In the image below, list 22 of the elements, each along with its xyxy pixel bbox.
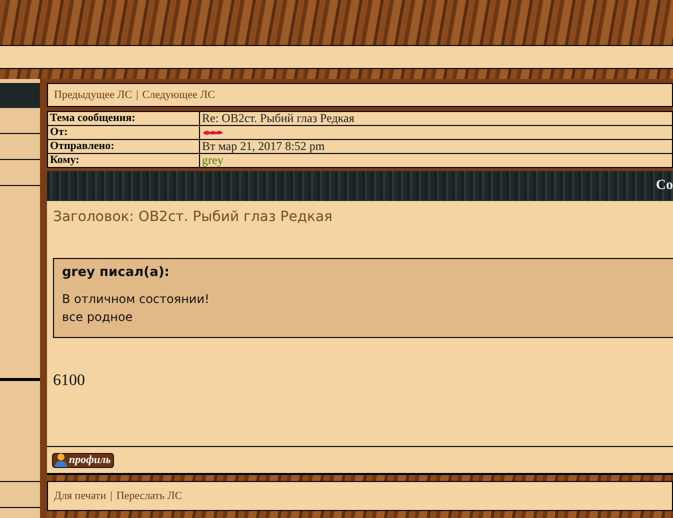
quote-line: все родное [62,309,134,326]
field-value: Вт мар 21, 2017 8:52 pm [200,140,672,154]
footer-link[interactable]: Переслать ЛС [116,490,182,502]
field-label: Отправлено: [48,140,200,154]
quote-line: В отличном состоянии! [62,291,210,308]
nav-link[interactable]: Следующее ЛС [142,89,215,101]
field-value: Re: OB2ст. Рыбий глаз Редкая [200,112,672,126]
field-label: От: [48,126,200,140]
field-value[interactable]: grey [200,154,672,168]
field-label: Тема сообщения: [48,112,200,126]
profile-button[interactable]: профиль [52,452,114,468]
bar-title: Со [656,178,673,194]
post-subject: Заголовок: OB2ст. Рыбий глаз Редкая [53,209,334,225]
separator: | [110,490,112,502]
post-text: 6100 [53,372,86,390]
separator: | [136,89,138,101]
user-icon [55,453,67,467]
footer-link[interactable]: Для печати [54,490,106,502]
nav-link[interactable]: Предыдущее ЛС [54,89,132,101]
field-label: Кому: [48,154,200,168]
redaction-mark [202,128,224,136]
quote-author: grey писал(а): [62,265,170,280]
